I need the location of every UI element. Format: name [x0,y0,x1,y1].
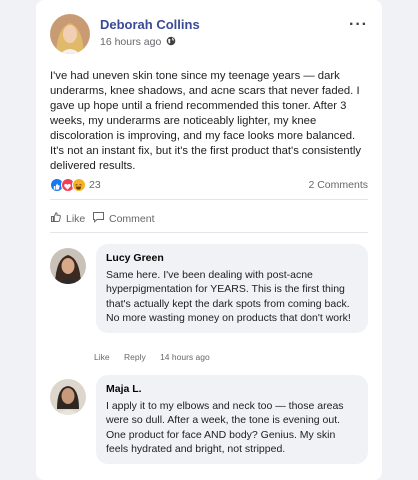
post-meta: 16 hours ago [100,36,176,48]
comment-bubble-icon [92,211,105,226]
like-label: Like [66,212,86,225]
commenter-avatar[interactable] [50,248,86,284]
comment-bubble: Lucy Green Same here. I've been dealing … [96,244,368,334]
comment-text: I apply it to my elbows and neck too — t… [106,400,344,455]
commenter-name[interactable]: Maja L. [106,383,358,395]
comment-timestamp[interactable]: 14 hours ago [160,352,210,362]
reaction-count: 23 [89,179,101,191]
haha-reaction-icon [72,178,86,192]
thumbs-up-icon [50,211,62,226]
divider [50,199,368,200]
comment-text: Same here. I've been dealing with post-a… [106,269,351,324]
author-avatar[interactable] [50,14,90,54]
comment-actions: Like Reply 14 hours ago [94,352,222,362]
post-timestamp[interactable]: 16 hours ago [100,36,161,48]
comment-bubble: Maja L. I apply it to my elbows and neck… [96,375,368,465]
post-header: Deborah Collins 16 hours ago ··· [50,14,370,54]
comment-like-button[interactable]: Like [94,352,110,362]
globe-icon [166,36,176,46]
post-author-name[interactable]: Deborah Collins [100,17,200,32]
comment-reply-button[interactable]: Reply [124,352,146,362]
comments-count-link[interactable]: 2 Comments [308,179,368,191]
like-button[interactable]: Like [50,211,85,226]
commenter-name[interactable]: Lucy Green [106,252,358,264]
comment-button[interactable]: Comment [92,211,155,226]
comment-label: Comment [109,212,155,225]
commenter-avatar[interactable] [50,379,86,415]
post-text: I've had uneven skin tone since my teena… [50,70,362,172]
post-card: Deborah Collins 16 hours ago ··· I've ha… [36,0,382,480]
divider [50,232,368,233]
more-options-icon[interactable]: ··· [349,16,368,34]
